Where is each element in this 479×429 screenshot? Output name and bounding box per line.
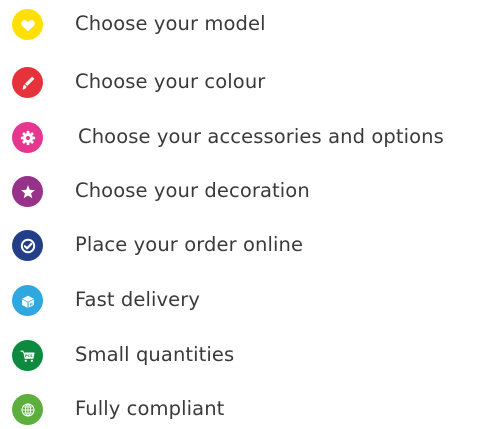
gear-icon (12, 122, 43, 153)
step-label: Place your order online (75, 233, 304, 256)
check-circle-icon (12, 230, 43, 261)
paintbrush-icon (12, 67, 43, 98)
step-label: Choose your colour (75, 70, 266, 93)
globe-icon (12, 394, 43, 425)
step-choose-decoration: Choose your decoration (0, 171, 479, 211)
feature-steps-list: Choose your model Choose your colour Cho… (0, 0, 479, 425)
star-icon (12, 176, 43, 207)
step-label: Fast delivery (75, 288, 200, 311)
step-choose-model: Choose your model (0, 4, 479, 44)
step-small-quantities: PCS Small quantities (0, 335, 479, 375)
step-label: Fully compliant (75, 397, 225, 420)
step-label: Choose your decoration (75, 179, 310, 202)
step-place-order: Place your order online (0, 225, 479, 265)
step-label: Choose your model (75, 12, 266, 35)
step-choose-accessories: Choose your accessories and options (0, 117, 479, 157)
step-fully-compliant: Fully compliant (0, 389, 479, 429)
step-label: Small quantities (75, 343, 235, 366)
step-fast-delivery: Fast delivery (0, 280, 479, 320)
step-choose-colour: Choose your colour (0, 62, 479, 102)
shopping-cart-pcs-icon: PCS (12, 340, 43, 371)
step-label: Choose your accessories and options (78, 125, 444, 148)
delivery-box-icon (12, 285, 43, 316)
svg-text:PCS: PCS (25, 353, 33, 357)
heart-icon (12, 9, 43, 40)
